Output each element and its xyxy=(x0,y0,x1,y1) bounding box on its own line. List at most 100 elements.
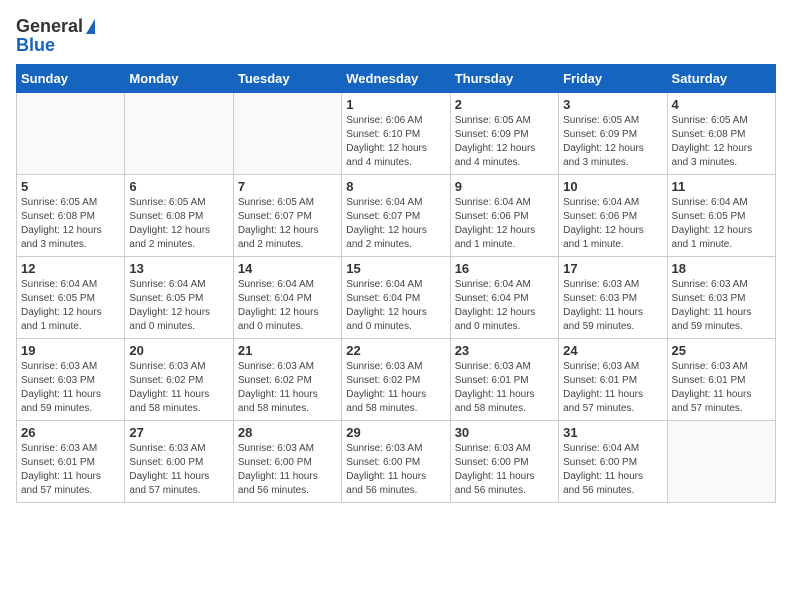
day-number: 7 xyxy=(238,179,337,194)
day-cell-25: 25Sunrise: 6:03 AM Sunset: 6:01 PM Dayli… xyxy=(667,339,775,421)
week-row-1: 1 Sunrise: 6:06 AM Sunset: 6:10 PM Daylig… xyxy=(17,93,776,175)
day-info: Sunrise: 6:06 AM Sunset: 6:10 PM Dayligh… xyxy=(346,114,445,170)
day-cell-23: 23 Sunrise: 6:03 AM Sunset: 6:01 PM Dayli… xyxy=(450,339,558,421)
day-cell-13: 13 Sunrise: 6:04 AM Sunset: 6:05 PM Dayli… xyxy=(125,257,233,339)
day-info: Sunrise: 6:04 AM Sunset: 6:00 PM Dayligh… xyxy=(563,442,662,498)
day-number: 17 xyxy=(563,261,662,276)
day-number: 13 xyxy=(129,261,228,276)
week-row-3: 12 Sunrise: 6:04 AM Sunset: 6:05 PM Dayli… xyxy=(17,257,776,339)
weekday-header-row: SundayMondayTuesdayWednesdayThursdayFrid… xyxy=(17,65,776,93)
logo-arrow-icon xyxy=(86,19,95,34)
day-cell-16: 16 Sunrise: 6:04 AM Sunset: 6:04 PM Dayli… xyxy=(450,257,558,339)
day-number: 1 xyxy=(346,97,445,112)
day-cell-2: 2 Sunrise: 6:05 AM Sunset: 6:09 PM Daylig… xyxy=(450,93,558,175)
day-cell-20: 20 Sunrise: 6:03 AM Sunset: 6:02 PM Dayli… xyxy=(125,339,233,421)
day-info: Sunrise: 6:05 AM Sunset: 6:08 PM Dayligh… xyxy=(21,196,120,252)
empty-cell xyxy=(17,93,125,175)
day-cell-1: 1 Sunrise: 6:06 AM Sunset: 6:10 PM Daylig… xyxy=(342,93,450,175)
day-number: 14 xyxy=(238,261,337,276)
day-number: 3 xyxy=(563,97,662,112)
day-number: 20 xyxy=(129,343,228,358)
logo: General Blue xyxy=(16,16,95,56)
day-number: 5 xyxy=(21,179,120,194)
week-row-2: 5 Sunrise: 6:05 AM Sunset: 6:08 PM Daylig… xyxy=(17,175,776,257)
empty-cell xyxy=(667,421,775,503)
week-row-5: 26Sunrise: 6:03 AM Sunset: 6:01 PM Dayli… xyxy=(17,421,776,503)
day-number: 8 xyxy=(346,179,445,194)
day-info: Sunrise: 6:04 AM Sunset: 6:06 PM Dayligh… xyxy=(455,196,554,252)
day-number: 28 xyxy=(238,425,337,440)
day-number: 10 xyxy=(563,179,662,194)
empty-cell xyxy=(125,93,233,175)
day-number: 15 xyxy=(346,261,445,276)
day-number: 2 xyxy=(455,97,554,112)
weekday-header-thursday: Thursday xyxy=(450,65,558,93)
day-info: Sunrise: 6:03 AM Sunset: 6:03 PM Dayligh… xyxy=(563,278,662,334)
day-number: 6 xyxy=(129,179,228,194)
day-info: Sunrise: 6:03 AM Sunset: 6:01 PM Dayligh… xyxy=(563,360,662,416)
day-info: Sunrise: 6:03 AM Sunset: 6:00 PM Dayligh… xyxy=(129,442,228,498)
day-number: 4 xyxy=(672,97,771,112)
day-info: Sunrise: 6:04 AM Sunset: 6:07 PM Dayligh… xyxy=(346,196,445,252)
day-number: 22 xyxy=(346,343,445,358)
day-cell-12: 12 Sunrise: 6:04 AM Sunset: 6:05 PM Dayli… xyxy=(17,257,125,339)
day-cell-3: 3 Sunrise: 6:05 AM Sunset: 6:09 PM Daylig… xyxy=(559,93,667,175)
day-info: Sunrise: 6:03 AM Sunset: 6:02 PM Dayligh… xyxy=(346,360,445,416)
weekday-header-tuesday: Tuesday xyxy=(233,65,341,93)
day-cell-21: 21Sunrise: 6:03 AM Sunset: 6:02 PM Dayli… xyxy=(233,339,341,421)
day-cell-22: 22 Sunrise: 6:03 AM Sunset: 6:02 PM Dayli… xyxy=(342,339,450,421)
day-info: Sunrise: 6:03 AM Sunset: 6:00 PM Dayligh… xyxy=(455,442,554,498)
day-number: 19 xyxy=(21,343,120,358)
day-cell-9: 9 Sunrise: 6:04 AM Sunset: 6:06 PM Daylig… xyxy=(450,175,558,257)
weekday-header-saturday: Saturday xyxy=(667,65,775,93)
day-cell-17: 17 Sunrise: 6:03 AM Sunset: 6:03 PM Dayli… xyxy=(559,257,667,339)
day-info: Sunrise: 6:04 AM Sunset: 6:05 PM Dayligh… xyxy=(672,196,771,252)
day-cell-19: 19 Sunrise: 6:03 AM Sunset: 6:03 PM Dayli… xyxy=(17,339,125,421)
day-number: 27 xyxy=(129,425,228,440)
day-cell-11: 11Sunrise: 6:04 AM Sunset: 6:05 PM Dayli… xyxy=(667,175,775,257)
day-cell-14: 14 Sunrise: 6:04 AM Sunset: 6:04 PM Dayli… xyxy=(233,257,341,339)
day-info: Sunrise: 6:04 AM Sunset: 6:04 PM Dayligh… xyxy=(238,278,337,334)
day-info: Sunrise: 6:04 AM Sunset: 6:04 PM Dayligh… xyxy=(346,278,445,334)
day-cell-27: 27 Sunrise: 6:03 AM Sunset: 6:00 PM Dayli… xyxy=(125,421,233,503)
day-number: 30 xyxy=(455,425,554,440)
day-info: Sunrise: 6:05 AM Sunset: 6:09 PM Dayligh… xyxy=(455,114,554,170)
weekday-header-friday: Friday xyxy=(559,65,667,93)
day-cell-4: 4Sunrise: 6:05 AM Sunset: 6:08 PM Daylig… xyxy=(667,93,775,175)
day-info: Sunrise: 6:04 AM Sunset: 6:06 PM Dayligh… xyxy=(563,196,662,252)
logo-blue-text: Blue xyxy=(16,35,55,56)
day-number: 23 xyxy=(455,343,554,358)
day-cell-30: 30 Sunrise: 6:03 AM Sunset: 6:00 PM Dayli… xyxy=(450,421,558,503)
day-info: Sunrise: 6:04 AM Sunset: 6:05 PM Dayligh… xyxy=(129,278,228,334)
day-info: Sunrise: 6:03 AM Sunset: 6:01 PM Dayligh… xyxy=(672,360,771,416)
day-cell-8: 8 Sunrise: 6:04 AM Sunset: 6:07 PM Daylig… xyxy=(342,175,450,257)
day-info: Sunrise: 6:03 AM Sunset: 6:02 PM Dayligh… xyxy=(129,360,228,416)
day-cell-31: 31 Sunrise: 6:04 AM Sunset: 6:00 PM Dayli… xyxy=(559,421,667,503)
day-cell-7: 7Sunrise: 6:05 AM Sunset: 6:07 PM Daylig… xyxy=(233,175,341,257)
day-number: 21 xyxy=(238,343,337,358)
day-number: 9 xyxy=(455,179,554,194)
day-info: Sunrise: 6:04 AM Sunset: 6:04 PM Dayligh… xyxy=(455,278,554,334)
day-cell-18: 18Sunrise: 6:03 AM Sunset: 6:03 PM Dayli… xyxy=(667,257,775,339)
day-number: 12 xyxy=(21,261,120,276)
day-cell-10: 10 Sunrise: 6:04 AM Sunset: 6:06 PM Dayli… xyxy=(559,175,667,257)
day-cell-15: 15 Sunrise: 6:04 AM Sunset: 6:04 PM Dayli… xyxy=(342,257,450,339)
day-cell-24: 24Sunrise: 6:03 AM Sunset: 6:01 PM Dayli… xyxy=(559,339,667,421)
weekday-header-monday: Monday xyxy=(125,65,233,93)
calendar: SundayMondayTuesdayWednesdayThursdayFrid… xyxy=(16,64,776,503)
day-info: Sunrise: 6:05 AM Sunset: 6:09 PM Dayligh… xyxy=(563,114,662,170)
day-number: 18 xyxy=(672,261,771,276)
day-cell-29: 29Sunrise: 6:03 AM Sunset: 6:00 PM Dayli… xyxy=(342,421,450,503)
day-cell-26: 26Sunrise: 6:03 AM Sunset: 6:01 PM Dayli… xyxy=(17,421,125,503)
day-cell-6: 6Sunrise: 6:05 AM Sunset: 6:08 PM Daylig… xyxy=(125,175,233,257)
logo-general-text: General xyxy=(16,16,83,37)
day-info: Sunrise: 6:03 AM Sunset: 6:03 PM Dayligh… xyxy=(21,360,120,416)
day-number: 31 xyxy=(563,425,662,440)
empty-cell xyxy=(233,93,341,175)
day-info: Sunrise: 6:03 AM Sunset: 6:01 PM Dayligh… xyxy=(21,442,120,498)
day-info: Sunrise: 6:04 AM Sunset: 6:05 PM Dayligh… xyxy=(21,278,120,334)
day-number: 16 xyxy=(455,261,554,276)
header: General Blue xyxy=(16,16,776,56)
weekday-header-wednesday: Wednesday xyxy=(342,65,450,93)
day-info: Sunrise: 6:03 AM Sunset: 6:01 PM Dayligh… xyxy=(455,360,554,416)
